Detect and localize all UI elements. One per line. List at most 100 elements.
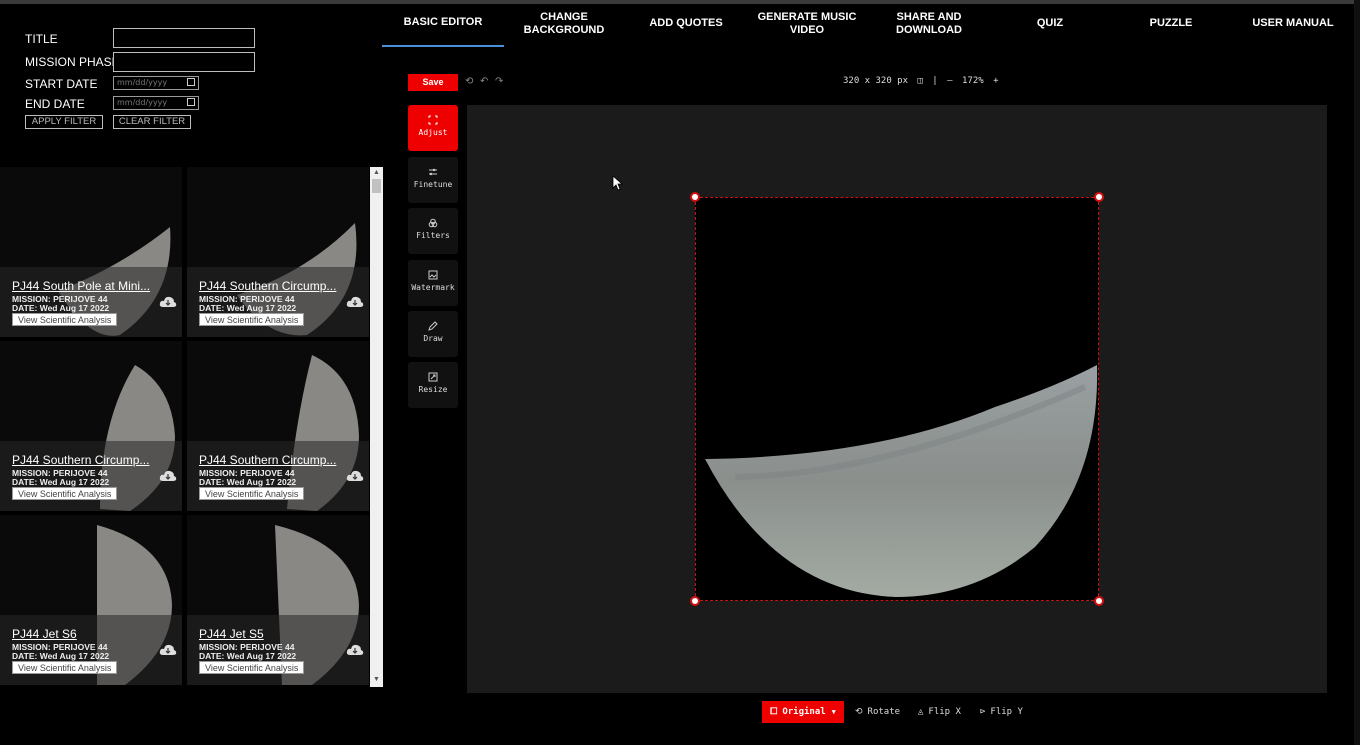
tab-generate-music-video[interactable]: GENERATE MUSIC VIDEO [746,0,868,47]
tool-label: Draw [423,334,443,343]
card-title[interactable]: PJ44 Southern Circump... [199,453,339,467]
tool-label: Adjust [418,128,448,137]
cloud-download-icon[interactable] [346,643,364,657]
card-title[interactable]: PJ44 Jet S5 [199,627,339,641]
flip-x-label: Flip X [928,707,961,717]
scroll-up-icon[interactable]: ▲ [373,169,380,176]
crop-handle-top-left[interactable] [690,192,700,202]
view-analysis-button[interactable]: View Scientific Analysis [12,661,118,674]
gallery-card[interactable]: PJ44 Southern Circump... MISSION: PERIJO… [0,341,182,511]
cloud-download-icon[interactable] [159,643,177,657]
cloud-download-icon[interactable] [346,469,364,483]
crop-frame[interactable] [695,197,1099,601]
save-button[interactable]: Save [408,74,458,91]
apply-filter-button[interactable]: APPLY FILTER [25,115,103,129]
tool-watermark[interactable]: Watermark [408,260,458,306]
flip-x-button[interactable]: ◬ Flip X [918,701,961,723]
view-analysis-button[interactable]: View Scientific Analysis [199,661,305,674]
start-date-placeholder: mm/dd/yyyy [117,78,168,87]
tool-finetune[interactable]: Finetune [408,157,458,203]
scrollbar-thumb[interactable] [372,179,381,193]
image-info: 320 x 320 px ◫ | — 172% + [843,76,1003,86]
crop-preset-label: Original [782,707,826,717]
gallery-card[interactable]: PJ44 Southern Circump... MISSION: PERIJO… [187,167,369,337]
zoom-in-icon[interactable]: + [993,76,998,86]
divider: | [932,76,938,86]
end-date-placeholder: mm/dd/yyyy [117,98,168,107]
flip-x-icon: ◬ [918,707,924,717]
flip-y-button[interactable]: ⊳ Flip Y [980,701,1023,723]
scroll-down-icon[interactable]: ▼ [373,676,380,683]
end-date-input[interactable]: mm/dd/yyyy [113,96,199,110]
card-date: DATE: Wed Aug 17 2022 [12,651,110,661]
calendar-icon[interactable] [187,78,195,86]
card-date: DATE: Wed Aug 17 2022 [199,477,297,487]
crop-handle-bottom-left[interactable] [690,596,700,606]
tab-quiz[interactable]: QUIZ [989,0,1111,47]
cloud-download-icon[interactable] [346,295,364,309]
rotate-button[interactable]: ⟲ Rotate [855,701,900,723]
mission-phase-input[interactable] [113,52,255,72]
card-date: DATE: Wed Aug 17 2022 [199,651,297,661]
gallery-card[interactable]: PJ44 South Pole at Mini... MISSION: PERI… [0,167,182,337]
tab-share-download[interactable]: SHARE AND DOWNLOAD [868,0,990,47]
undo-icon[interactable]: ↶ [480,76,488,87]
revert-icon[interactable]: ⟲ [465,76,473,87]
crop-frame-icon [428,115,438,125]
tab-basic-editor[interactable]: BASIC EDITOR [382,0,504,47]
rotate-label: Rotate [867,707,901,717]
view-analysis-button[interactable]: View Scientific Analysis [199,487,305,500]
card-title[interactable]: PJ44 South Pole at Mini... [12,279,152,293]
tool-draw[interactable]: Draw [408,311,458,357]
top-nav-tabs: BASIC EDITOR CHANGE BACKGROUND ADD QUOTE… [382,0,1354,48]
tool-label: Finetune [413,180,453,189]
zoom-out-icon[interactable]: — [947,76,952,86]
tool-filters[interactable]: Filters [408,208,458,254]
resize-icon [428,372,438,382]
gallery-card[interactable]: PJ44 Jet S6 MISSION: PERIJOVE 44 DATE: W… [0,515,182,685]
sliders-icon [429,168,437,176]
gallery-scrollbar[interactable]: ▲ ▼ [370,167,383,687]
start-date-label: START DATE [25,77,98,91]
title-input[interactable] [113,28,255,48]
flip-y-label: Flip Y [990,707,1023,717]
view-analysis-button[interactable]: View Scientific Analysis [12,313,118,326]
card-date: DATE: Wed Aug 17 2022 [12,477,110,487]
tool-resize[interactable]: Resize [408,362,458,408]
tool-adjust[interactable]: Adjust [408,105,458,151]
image-dimensions: 320 x 320 px [843,76,909,86]
cloud-download-icon[interactable] [159,469,177,483]
crop-preset-dropdown[interactable]: ⧠ Original ▼ [762,701,844,723]
view-analysis-button[interactable]: View Scientific Analysis [12,487,118,500]
start-date-input[interactable]: mm/dd/yyyy [113,76,199,90]
title-label: TITLE [25,32,58,46]
tool-label: Watermark [411,283,455,292]
image-icon [428,270,438,280]
editor-canvas[interactable] [467,105,1327,693]
gallery-card[interactable]: PJ44 Jet S5 MISSION: PERIJOVE 44 DATE: W… [187,515,369,685]
cloud-download-icon[interactable] [159,295,177,309]
view-analysis-button[interactable]: View Scientific Analysis [199,313,305,326]
zoom-level: 172% [961,76,984,86]
gallery-card[interactable]: PJ44 Southern Circump... MISSION: PERIJO… [187,341,369,511]
tab-user-manual[interactable]: USER MANUAL [1232,0,1354,47]
image-gallery: PJ44 South Pole at Mini... MISSION: PERI… [0,167,370,687]
crop-icon: ⧠ [770,707,778,717]
filters-icon [428,218,438,228]
card-title[interactable]: PJ44 Jet S6 [12,627,152,641]
fit-view-icon[interactable]: ◫ [917,76,922,86]
mouse-cursor-icon [612,175,624,191]
tool-label: Resize [418,385,448,394]
card-title[interactable]: PJ44 Southern Circump... [12,453,152,467]
crop-handle-top-right[interactable] [1094,192,1104,202]
calendar-icon[interactable] [187,98,195,106]
tab-puzzle[interactable]: PUZZLE [1110,0,1232,47]
chevron-down-icon: ▼ [831,708,836,716]
tab-add-quotes[interactable]: ADD QUOTES [625,0,747,47]
mission-phase-label: MISSION PHASE [25,55,120,69]
clear-filter-button[interactable]: CLEAR FILTER [113,115,191,129]
card-title[interactable]: PJ44 Southern Circump... [199,279,339,293]
crop-handle-bottom-right[interactable] [1094,596,1104,606]
redo-icon[interactable]: ↷ [495,76,503,87]
tab-change-background[interactable]: CHANGE BACKGROUND [503,0,625,47]
